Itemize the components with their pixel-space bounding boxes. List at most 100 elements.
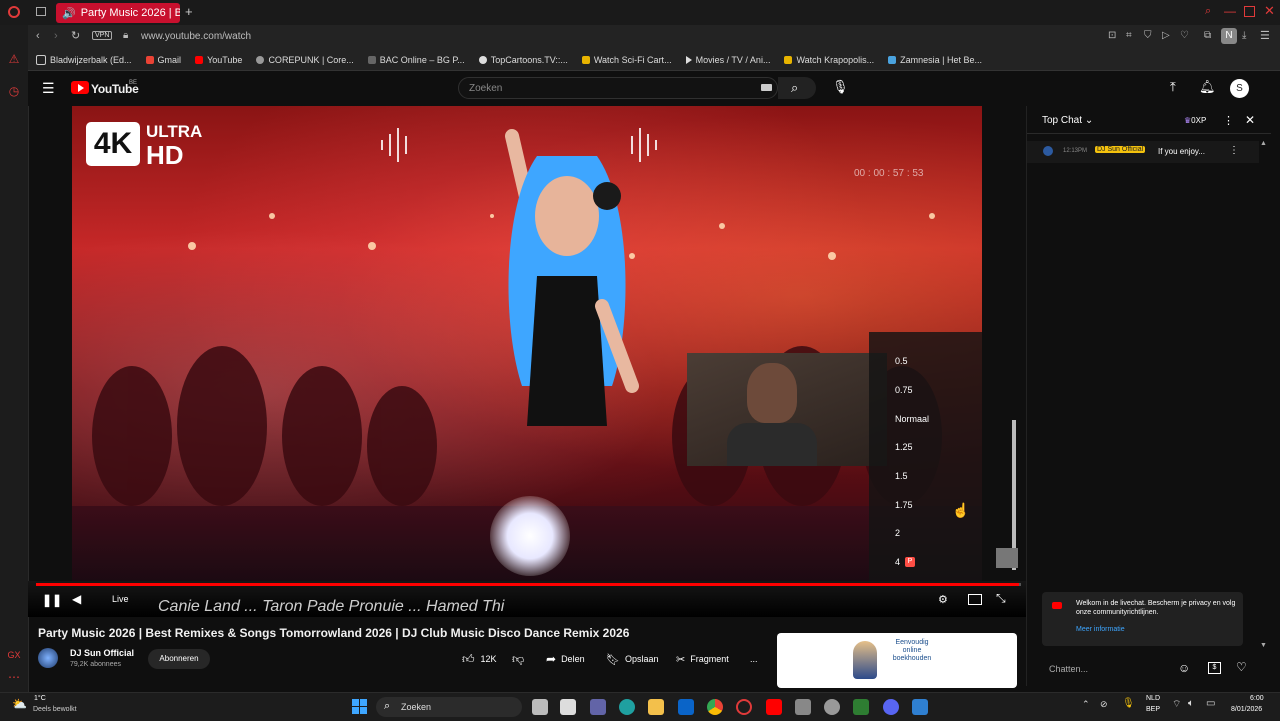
task-view-icon[interactable]: [532, 699, 548, 715]
bookmark-item[interactable]: Zamnesia | Het Be...: [888, 55, 982, 65]
clip-button[interactable]: ✂ Fragment: [676, 649, 729, 669]
subscribe-button[interactable]: Abonneren: [148, 649, 210, 669]
like-button[interactable]: 👍︎ 12K: [462, 649, 497, 669]
minimize-icon[interactable]: —: [1224, 4, 1236, 18]
lock-icon[interactable]: 🔒︎: [123, 30, 128, 41]
speed-option[interactable]: 1.75: [895, 500, 913, 510]
chrome-icon[interactable]: [707, 699, 723, 715]
outlook-icon[interactable]: [678, 699, 694, 715]
heart-react-icon[interactable]: ♡: [1236, 660, 1247, 674]
bookmark-item[interactable]: Watch Krapopolis...: [784, 55, 874, 65]
upload-icon[interactable]: ⤒: [1170, 79, 1176, 95]
forward-icon[interactable]: ›: [54, 30, 58, 42]
new-tab-icon[interactable]: +: [185, 4, 193, 19]
speed-option[interactable]: 4: [895, 557, 900, 567]
url-field[interactable]: www.youtube.com/watch: [141, 31, 251, 42]
windows-start-icon[interactable]: [352, 699, 368, 715]
chat-more-icon[interactable]: ⋮: [1223, 114, 1234, 127]
opera-icon[interactable]: [736, 699, 752, 715]
bookmark-item[interactable]: Movies / TV / Ani...: [685, 55, 770, 65]
message-menu-icon[interactable]: ⋮: [1229, 145, 1239, 156]
lang-line1[interactable]: NLD: [1146, 695, 1160, 702]
bookmark-item[interactable]: TopCartoons.TV::...: [478, 55, 568, 65]
settings-icon[interactable]: ⚙: [938, 593, 948, 606]
chat-scroll-down-icon[interactable]: ▼: [1260, 642, 1267, 649]
download-icon[interactable]: ⤓: [1242, 30, 1246, 41]
search-input[interactable]: Zoeken: [458, 77, 778, 99]
ad-banner[interactable]: Eenvoudig online boekhouden: [777, 633, 1017, 688]
close-icon[interactable]: ✕: [1264, 3, 1275, 19]
bookmark-item[interactable]: Gmail: [145, 55, 181, 65]
youtube-logo-icon[interactable]: [71, 81, 89, 94]
tab-active[interactable]: 🔊 Party Music 2026 | Bes: [56, 3, 180, 23]
miniplayer-icon[interactable]: [968, 594, 982, 605]
bookmark-item[interactable]: COREPUNK | Core...: [256, 55, 354, 65]
lang-line2[interactable]: BEP: [1146, 706, 1160, 713]
bookmark-item[interactable]: BAC Online – BG P...: [367, 55, 465, 65]
speed-option[interactable]: 2: [895, 528, 900, 538]
excel-like-icon[interactable]: [853, 699, 869, 715]
microphone-icon[interactable]: 🎙︎: [832, 79, 849, 95]
pause-icon[interactable]: ❚❚: [42, 593, 62, 607]
emoji-icon[interactable]: ☺: [1178, 661, 1190, 675]
heart-icon[interactable]: ♡: [1180, 30, 1189, 41]
mic-tray-icon[interactable]: 🎙︎: [1122, 698, 1135, 709]
discord-icon[interactable]: [883, 699, 899, 715]
fullscreen-icon[interactable]: ⤡: [996, 591, 1006, 606]
maximize-icon[interactable]: [1244, 6, 1255, 17]
shield-icon[interactable]: ⛉: [1144, 30, 1152, 41]
store-icon[interactable]: [560, 699, 576, 715]
youtube-app-icon[interactable]: [766, 699, 782, 715]
share-button[interactable]: ➦ Delen: [546, 649, 585, 669]
settings-app-icon[interactable]: [824, 699, 840, 715]
speed-option[interactable]: 0.75: [895, 385, 913, 395]
search-button[interactable]: ⌕: [778, 77, 816, 99]
pinned-message[interactable]: 12:13PM DJ Sun Official If you enjoy... …: [1027, 141, 1259, 163]
calculator-icon[interactable]: [795, 699, 811, 715]
chat-input[interactable]: Chatten...: [1049, 664, 1088, 674]
dislike-button[interactable]: 👎︎: [512, 649, 524, 669]
back-icon[interactable]: ‹: [36, 30, 40, 42]
save-button[interactable]: 🔖︎ Opslaan: [606, 649, 659, 669]
speaker-icon[interactable]: 🔈︎: [1188, 698, 1194, 709]
extensions-icon[interactable]: ⧉: [1204, 30, 1211, 41]
chat-scroll-up-icon[interactable]: ▲: [1260, 140, 1267, 147]
photos-icon[interactable]: [912, 699, 928, 715]
opera-ai-icon[interactable]: ⚠: [7, 52, 21, 66]
snapshot-icon[interactable]: ⌗: [1126, 30, 1132, 41]
speed-option[interactable]: 0.5: [895, 356, 908, 366]
notifications-icon[interactable]: 🔔︎: [1199, 79, 1216, 95]
speed-option[interactable]: 1.25: [895, 442, 913, 452]
reload-icon[interactable]: ↻: [71, 29, 80, 42]
more-icon[interactable]: ⋯: [7, 670, 21, 684]
more-actions-button[interactable]: ...: [750, 649, 758, 669]
user-avatar[interactable]: S: [1230, 79, 1249, 98]
edge-icon[interactable]: [619, 699, 635, 715]
bookmark-item[interactable]: Watch Sci-Fi Cart...: [581, 55, 672, 65]
weather-icon[interactable]: ⛅: [12, 697, 27, 711]
menu-lines-icon[interactable]: ☰: [1260, 29, 1270, 42]
bookmark-item[interactable]: YouTube: [195, 55, 242, 65]
video-player[interactable]: 4K ULTRA HD 00 : 00 : 57 : 53 0.5 0.75 N…: [72, 106, 982, 581]
tab-islands-icon[interactable]: [36, 7, 46, 16]
channel-avatar[interactable]: [38, 648, 58, 668]
opera-menu-icon[interactable]: [8, 6, 20, 18]
tray-chevron-up-icon[interactable]: ⌃: [1082, 699, 1090, 710]
chat-mode-selector[interactable]: Top Chat ⌄: [1042, 115, 1093, 126]
profile-avatar[interactable]: N: [1221, 28, 1237, 44]
gx-icon[interactable]: GX: [7, 648, 21, 662]
xp-badge[interactable]: ♛0XP: [1184, 116, 1206, 125]
pin-icon[interactable]: ⊡: [1108, 30, 1116, 41]
file-explorer-icon[interactable]: [648, 699, 664, 715]
speed-option[interactable]: 1.5: [895, 471, 908, 481]
wifi-icon[interactable]: ⌔: [1172, 698, 1181, 711]
play-icon[interactable]: ▷: [1162, 30, 1170, 41]
more-info-link[interactable]: Meer informatie: [1076, 626, 1125, 633]
volume-icon[interactable]: ◀︎: [72, 592, 81, 606]
speed-option-selected[interactable]: Normaal: [895, 414, 929, 424]
chat-close-icon[interactable]: ✕: [1245, 113, 1255, 127]
network-off-icon[interactable]: ⊘: [1100, 699, 1108, 710]
message-author[interactable]: DJ Sun Official: [1095, 146, 1146, 153]
progress-bar[interactable]: [36, 583, 1021, 586]
history-icon[interactable]: ◷: [7, 84, 21, 98]
